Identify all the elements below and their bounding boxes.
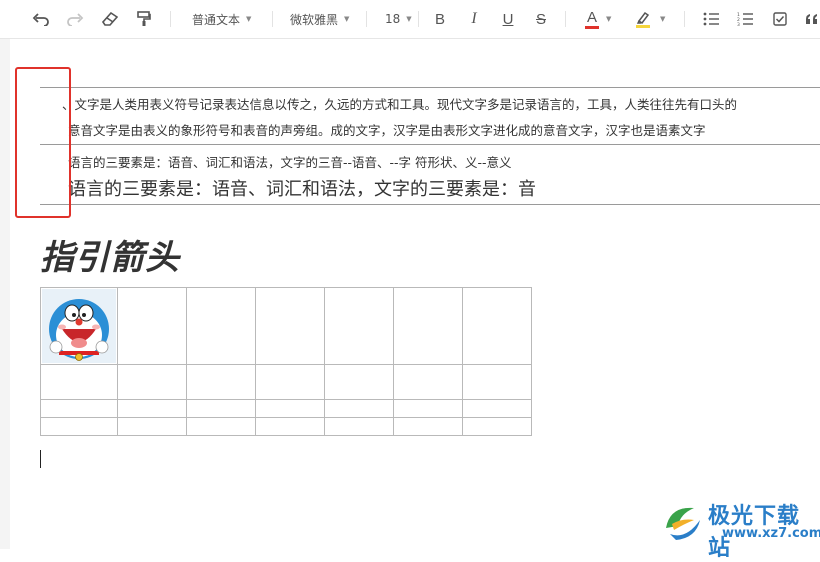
divider-line bbox=[40, 87, 820, 88]
paragraph-line[interactable]: 意音文字是由表义的象形符号和表音的声旁组。成的文字，汉字是由表形文字进化成的意音… bbox=[68, 120, 820, 139]
aurora-logo-icon bbox=[666, 507, 700, 540]
chevron-down-icon: ▼ bbox=[660, 15, 666, 23]
paragraph-line[interactable]: 、文字是人类用表义符号记录表达信息以传之，久远的方式和工具。现代文字多是记录语言… bbox=[62, 94, 820, 113]
numbered-list-icon[interactable]: 123 bbox=[735, 8, 755, 30]
underline-button[interactable]: U bbox=[498, 8, 518, 30]
paragraph-line-large[interactable]: 语言的三要素是：语音、词汇和语法，文字的三要素是：音 bbox=[68, 175, 536, 201]
strikethrough-button[interactable]: S bbox=[531, 8, 551, 30]
highlight-button[interactable] bbox=[634, 8, 652, 30]
highlighter-icon bbox=[636, 11, 650, 24]
table-cell[interactable] bbox=[324, 399, 394, 418]
table-cell[interactable] bbox=[255, 399, 325, 418]
toolbar-divider bbox=[272, 11, 273, 27]
format-painter-icon[interactable] bbox=[133, 8, 155, 30]
highlight-dropdown[interactable]: ▼ bbox=[660, 8, 665, 30]
redo-icon[interactable] bbox=[64, 8, 86, 30]
table-cell[interactable] bbox=[324, 417, 394, 436]
font-color-dropdown[interactable]: ▼ bbox=[606, 8, 611, 30]
table-cell[interactable] bbox=[186, 364, 256, 400]
watermark: 极光下载站 www.xz7.com bbox=[660, 496, 820, 561]
svg-text:3: 3 bbox=[737, 22, 740, 26]
table-cell[interactable] bbox=[255, 364, 325, 400]
font-color-letter: A bbox=[586, 8, 597, 26]
bullet-list-icon[interactable] bbox=[701, 8, 721, 30]
table-cell[interactable] bbox=[462, 399, 532, 418]
eraser-icon[interactable] bbox=[99, 8, 121, 30]
table-cell[interactable] bbox=[324, 364, 394, 400]
text-style-select[interactable]: 普通文本 ▼ bbox=[192, 8, 251, 30]
divider-line bbox=[40, 204, 820, 205]
font-family-select[interactable]: 微软雅黑 ▼ bbox=[290, 8, 349, 30]
table-row bbox=[40, 417, 532, 436]
left-gutter bbox=[0, 39, 10, 549]
chevron-down-icon: ▼ bbox=[344, 15, 350, 23]
font-color-button[interactable]: A bbox=[583, 8, 601, 30]
chevron-down-icon: ▼ bbox=[406, 15, 412, 23]
table-cell[interactable] bbox=[186, 399, 256, 418]
table-cell[interactable] bbox=[117, 287, 187, 365]
editor-toolbar: 普通文本 ▼ 微软雅黑 ▼ 18 ▼ B I U S A ▼ ▼ 123 bbox=[0, 0, 820, 39]
undo-icon[interactable] bbox=[30, 8, 52, 30]
doraemon-image[interactable] bbox=[42, 289, 116, 363]
font-size-select[interactable]: 18 ▼ bbox=[385, 8, 412, 30]
divider-line bbox=[40, 144, 820, 145]
toolbar-divider bbox=[684, 11, 685, 27]
table-cell[interactable] bbox=[324, 287, 394, 365]
font-color-swatch bbox=[585, 25, 599, 29]
table-row bbox=[40, 364, 532, 400]
table-cell[interactable] bbox=[255, 417, 325, 436]
table-row bbox=[40, 287, 532, 365]
table-cell[interactable] bbox=[393, 287, 463, 365]
chevron-down-icon: ▼ bbox=[606, 15, 612, 23]
table-cell[interactable] bbox=[117, 399, 187, 418]
font-family-value: 微软雅黑 bbox=[290, 12, 339, 27]
checkbox-list-icon[interactable] bbox=[770, 8, 790, 30]
watermark-url: www.xz7.com bbox=[722, 526, 820, 541]
bold-button[interactable]: B bbox=[430, 8, 450, 30]
quote-icon[interactable] bbox=[804, 8, 820, 30]
table-cell[interactable] bbox=[40, 364, 118, 400]
table-cell[interactable] bbox=[462, 364, 532, 400]
table-cell[interactable] bbox=[40, 417, 118, 436]
toolbar-divider bbox=[565, 11, 566, 27]
document-table[interactable] bbox=[40, 287, 532, 436]
text-cursor bbox=[40, 450, 41, 468]
table-cell[interactable] bbox=[117, 364, 187, 400]
toolbar-divider bbox=[418, 11, 419, 27]
paragraph-line[interactable]: 语言的三要素是：语音、词汇和语法，文字的三音--语音、--字 符形状、义--意义 bbox=[68, 152, 512, 171]
toolbar-divider bbox=[366, 11, 367, 27]
highlight-annotation-box bbox=[15, 67, 71, 218]
highlight-swatch bbox=[636, 24, 650, 28]
table-cell[interactable] bbox=[117, 417, 187, 436]
table-cell[interactable] bbox=[40, 287, 118, 365]
table-cell[interactable] bbox=[393, 417, 463, 436]
table-cell[interactable] bbox=[255, 287, 325, 365]
toolbar-divider bbox=[170, 11, 171, 27]
table-cell[interactable] bbox=[393, 399, 463, 418]
table-cell[interactable] bbox=[186, 417, 256, 436]
italic-button[interactable]: I bbox=[464, 8, 484, 30]
table-row bbox=[40, 399, 532, 418]
chevron-down-icon: ▼ bbox=[246, 15, 252, 23]
font-size-value: 18 bbox=[385, 12, 401, 26]
text-style-value: 普通文本 bbox=[192, 12, 241, 27]
table-cell[interactable] bbox=[40, 399, 118, 418]
table-cell[interactable] bbox=[462, 287, 532, 365]
section-heading[interactable]: 指引箭头 bbox=[40, 230, 180, 279]
table-cell[interactable] bbox=[186, 287, 256, 365]
table-cell[interactable] bbox=[393, 364, 463, 400]
table-cell[interactable] bbox=[462, 417, 532, 436]
